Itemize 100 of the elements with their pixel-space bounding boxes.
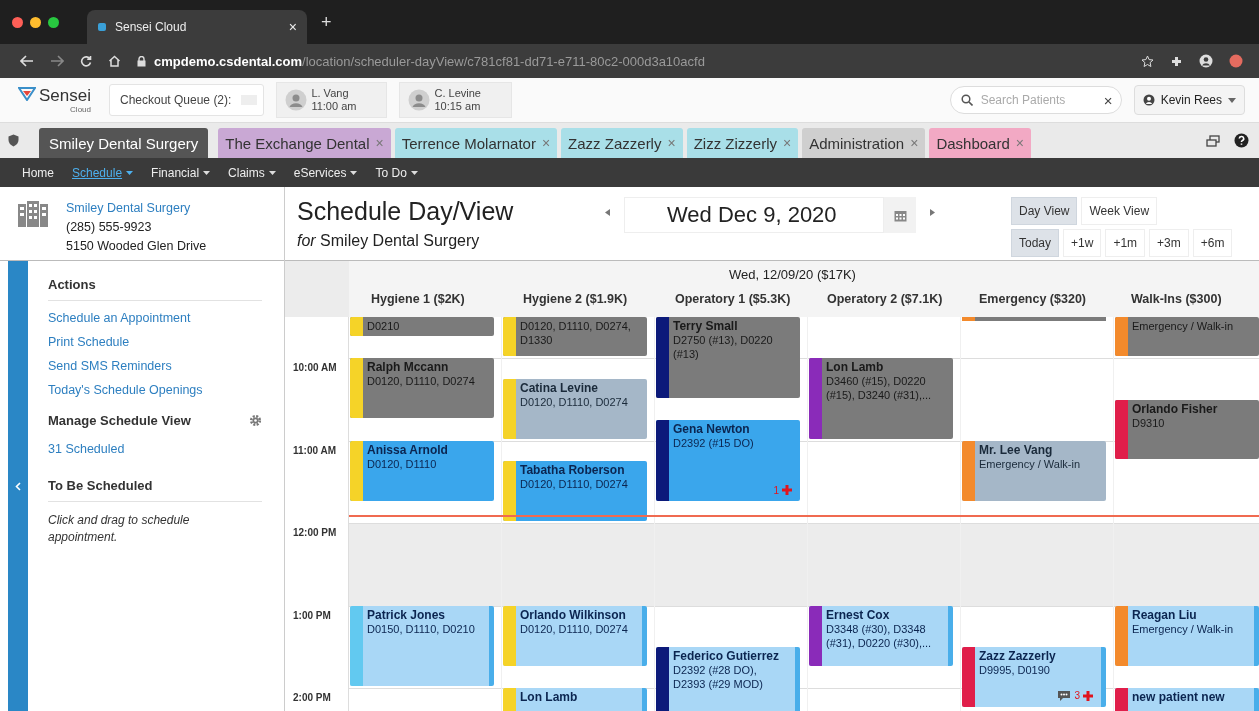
procedure-codes: D0210	[367, 319, 400, 333]
chip-time: 10:15 am	[434, 100, 481, 113]
appointment-card[interactable]: Ernest Cox D3348 (#30), D3348 (#31), D0220 (#30),...	[809, 605, 953, 666]
checkout-queue-field[interactable]: Checkout Queue (2):	[109, 84, 265, 116]
tab[interactable]: The Exchange Dental ×	[218, 128, 391, 158]
procedure-codes: D0120, D1110, D0274	[520, 477, 628, 492]
alert-count: 1	[773, 484, 779, 496]
appointment-card[interactable]: Anissa Arnold D0120, D1110	[350, 440, 494, 501]
patient-name: Reagan Liu	[1132, 607, 1198, 622]
appointment-card[interactable]: Catina Levine D0120, D1110, D0274	[503, 378, 647, 439]
appointment-card[interactable]: Tabatha Roberson D0120, D1110, D0274	[503, 461, 647, 522]
star-icon[interactable]	[1141, 54, 1154, 68]
appointment-card[interactable]: Lon Lamb	[503, 688, 647, 711]
appointment-card[interactable]: Gena Newton D2392 (#15 DO) 1	[656, 420, 800, 501]
alert-count: 3	[1074, 690, 1080, 702]
medical-plus-icon	[1083, 690, 1093, 701]
column-header: Emergency ($320)	[978, 292, 1087, 306]
help-icon[interactable]	[1234, 133, 1249, 148]
nav-menu-item[interactable]: Financial	[151, 165, 211, 180]
appointment-card[interactable]: Emergency / Walk-in	[1115, 317, 1259, 357]
appointment-card[interactable]: Reagan Liu Emergency / Walk-in	[1115, 605, 1259, 666]
back-icon[interactable]	[20, 55, 34, 67]
date-field[interactable]: Wed Dec 9, 2020	[624, 197, 884, 233]
forward-icon[interactable]	[50, 55, 64, 67]
tab[interactable]: Administration ×	[802, 128, 926, 158]
patient-name: Orlando Wilkinson	[520, 607, 627, 622]
time-label: 2:00 PM	[293, 692, 331, 704]
appointment-card[interactable]: Lon Lamb D3460 (#15), D0220 (#15), D3240 (#31),...	[809, 358, 953, 439]
caret-icon	[1228, 97, 1236, 103]
new-tab-button[interactable]: +	[321, 11, 332, 33]
tab[interactable]: Zizz Zizzerly ×	[686, 128, 799, 158]
procedure-codes: D2392 (#15 DO)	[673, 436, 754, 451]
jump-button[interactable]: +1w	[1063, 229, 1102, 257]
action-link[interactable]: Schedule an Appointment	[48, 311, 191, 325]
procedure-codes: D0150, D1110, D0210	[367, 621, 475, 636]
jump-button[interactable]: +1m	[1105, 229, 1146, 257]
extensions-icon[interactable]	[1170, 54, 1183, 68]
profile-icon[interactable]	[1199, 54, 1213, 68]
appointment-card[interactable]: D0120, D1110, D0274, D1330	[503, 317, 647, 357]
appointment-card[interactable]: D0210	[350, 317, 494, 336]
maximize-window-button[interactable]	[48, 16, 59, 28]
view-button[interactable]: Day View	[1011, 197, 1078, 225]
next-day-icon[interactable]	[930, 209, 935, 216]
action-link[interactable]: Today's Schedule Openings	[48, 383, 203, 397]
appointment-card[interactable]: Federico Gutierrez D2392 (#28 DO), D2393 (#29 MOD)	[656, 647, 800, 711]
appointment-card[interactable]: Zazz Zazzerly D9995, D0190 3	[962, 647, 1106, 707]
home-icon[interactable]	[108, 55, 121, 67]
patient-chip[interactable]: L. Vang 11:00 am	[276, 82, 388, 118]
patient-name: Tabatha Roberson	[520, 463, 626, 478]
action-link[interactable]: Send SMS Reminders	[48, 359, 172, 373]
nav-menu-item[interactable]: Claims	[228, 165, 276, 180]
browser-tab[interactable]: Sensei Cloud ×	[87, 10, 307, 44]
reload-icon[interactable]	[80, 55, 92, 67]
appointment-card[interactable]: Orlando Fisher D9310	[1115, 399, 1259, 460]
scheduled-link[interactable]: 31 Scheduled	[48, 442, 125, 456]
avatar-icon	[408, 89, 431, 111]
tab[interactable]: Zazz Zazzerly ×	[561, 128, 683, 158]
appointment-card[interactable]: Ralph Mccann D0120, D1110, D0274	[350, 358, 494, 419]
nav-menu-item[interactable]: Schedule	[72, 165, 134, 180]
calendar-button[interactable]	[884, 197, 916, 233]
settings-icon[interactable]	[249, 414, 262, 427]
procedure-codes: Emergency / Walk-in	[1132, 319, 1234, 333]
extension-icon[interactable]	[1229, 54, 1243, 68]
column-header: Hygiene 1 ($2K)	[370, 292, 466, 306]
windows-icon[interactable]	[1206, 134, 1220, 147]
location-link[interactable]: Smiley Dental Surgery	[66, 199, 207, 218]
patient-name: Catina Levine	[520, 380, 600, 395]
tab[interactable]: Dashboard ×	[929, 128, 1031, 158]
nav-menu-item[interactable]: Home	[22, 165, 54, 180]
appointment-card[interactable]: Terry Small D2750 (#13), D0220 (#13)	[656, 317, 800, 398]
close-window-button[interactable]	[12, 16, 23, 28]
search-field[interactable]: Search Patients ×	[949, 86, 1122, 114]
appointment-card[interactable]: Mr. Lee Vang Emergency / Walk-in	[962, 440, 1106, 501]
procedure-codes: D2392 (#28 DO), D2393 (#29 MOD)	[673, 663, 764, 691]
procedure-codes: D0120, D1110, D0274, D1330	[520, 319, 632, 347]
patient-name: Anissa Arnold	[367, 442, 448, 457]
appointment-card[interactable]: Patrick Jones D0150, D1110, D0210	[350, 605, 494, 687]
patient-name: Ralph Mccann	[367, 360, 450, 375]
jump-button[interactable]: +3m	[1149, 229, 1189, 257]
tab[interactable]: Terrence Molarnator ×	[394, 128, 558, 158]
procedure-codes: D3348 (#30), D3348 (#31), D0220 (#30),...	[826, 621, 933, 650]
nav-menu-item[interactable]: eServices	[293, 165, 358, 180]
view-button[interactable]: Week View	[1081, 197, 1158, 225]
jump-button[interactable]: Today	[1011, 229, 1060, 257]
user-menu[interactable]: Kevin Rees	[1133, 85, 1245, 115]
tab-close-button[interactable]: ×	[288, 19, 297, 35]
minimize-window-button[interactable]	[30, 16, 41, 28]
appointment-card[interactable]: Orlando Wilkinson D0120, D1110, D0274	[503, 605, 647, 666]
patient-chip[interactable]: C. Levine 10:15 am	[399, 82, 512, 118]
collapse-icon	[15, 482, 21, 491]
jump-button[interactable]: +6m	[1192, 229, 1233, 257]
page-title: Schedule Day/View	[297, 197, 515, 226]
action-link[interactable]: Print Schedule	[48, 335, 130, 349]
chat-icon[interactable]	[1057, 689, 1072, 702]
appointment-card[interactable]: new patient new	[1115, 688, 1259, 711]
previous-day-icon[interactable]	[605, 209, 610, 216]
clear-button[interactable]: ×	[1103, 91, 1113, 109]
page-subtitle: for Smiley Dental Surgery	[297, 232, 481, 250]
nav-menu-item[interactable]: To Do	[375, 165, 418, 180]
tab[interactable]: Smiley Dental Surgery	[39, 128, 209, 158]
